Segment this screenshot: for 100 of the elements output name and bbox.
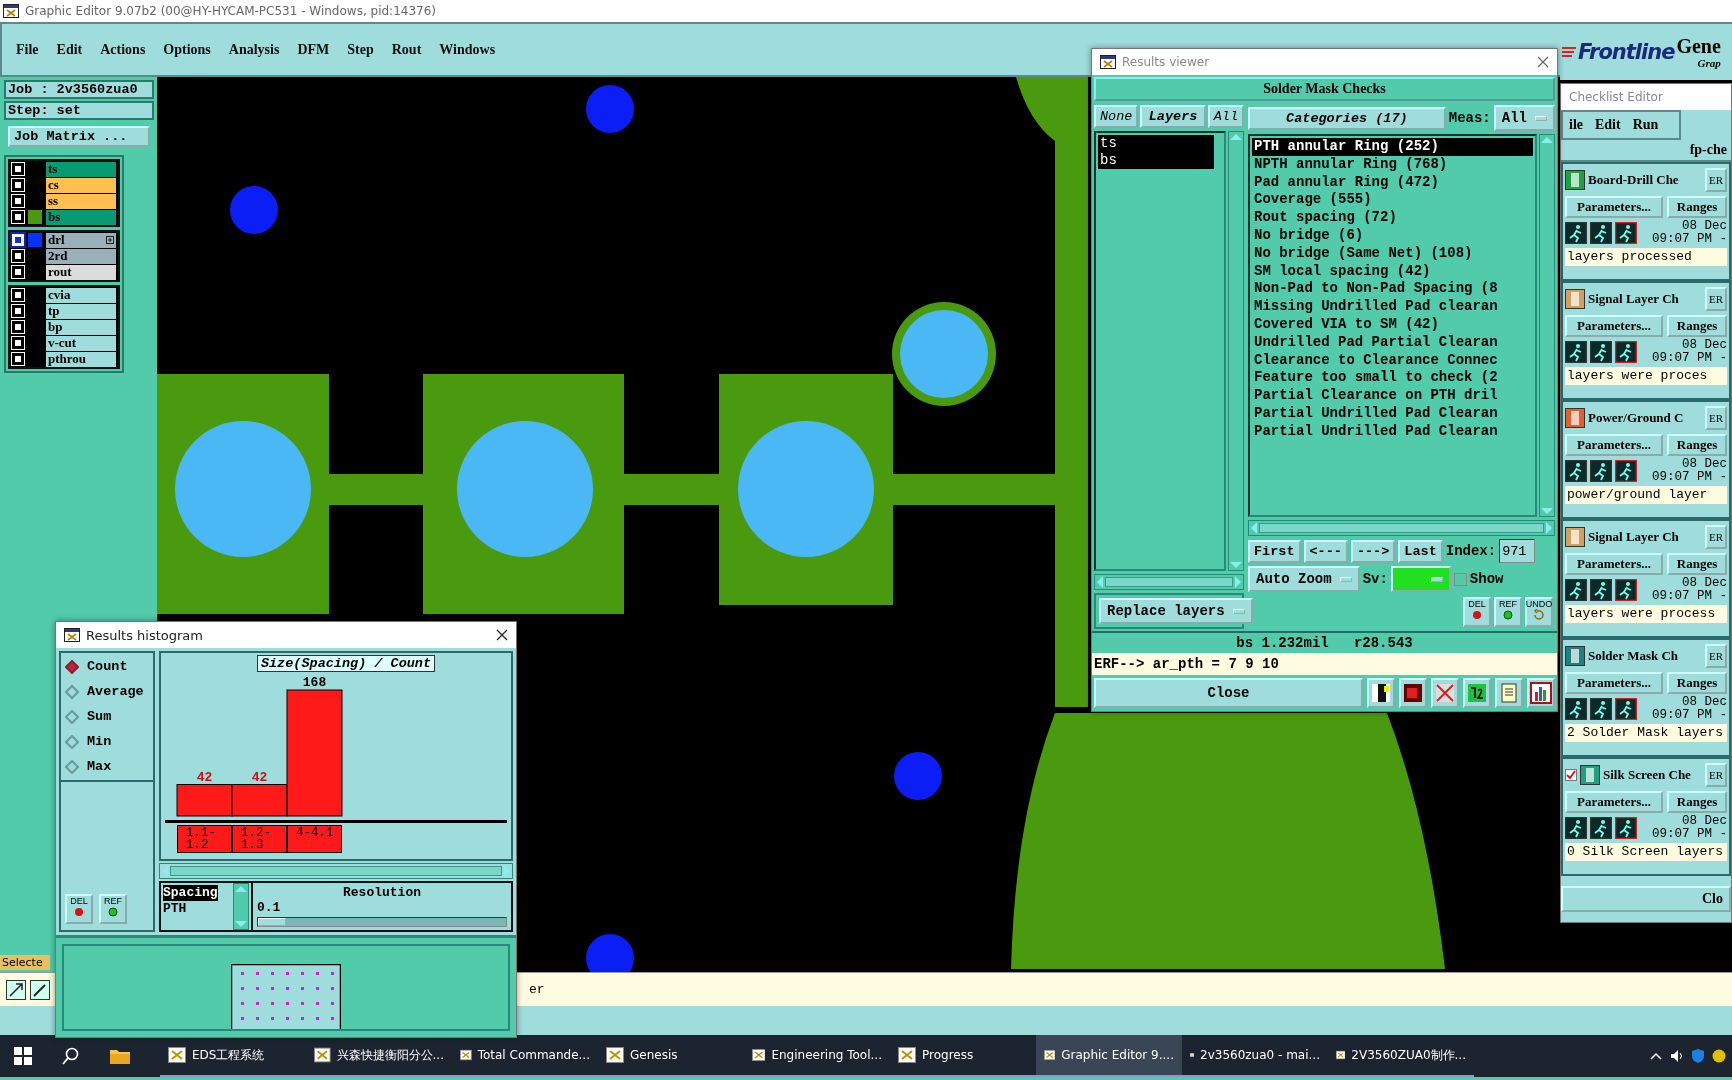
layer-name[interactable]: pthrou (46, 351, 116, 367)
layer-checkbox[interactable] (12, 305, 24, 317)
show-checkbox[interactable] (1453, 572, 1467, 586)
menu-item[interactable]: Step (347, 41, 374, 58)
category-list-item[interactable]: SM local spacing (42) (1252, 262, 1533, 281)
runner-icon[interactable] (1615, 579, 1637, 601)
layer-checkbox[interactable] (12, 289, 24, 301)
layer-name[interactable]: bs (46, 209, 116, 225)
layer-checkbox[interactable] (12, 321, 24, 333)
layer-name[interactable]: v-cut (46, 335, 116, 351)
category-list-item[interactable]: Partial Clearance on PTH dril (1252, 387, 1533, 405)
ranges-button[interactable]: Ranges (1667, 434, 1727, 456)
network-icon[interactable] (1712, 1049, 1726, 1063)
layer-checkbox[interactable] (12, 195, 24, 207)
compare-icon[interactable] (1466, 682, 1488, 704)
categories-button[interactable]: Categories (17) (1248, 106, 1446, 130)
category-list-item[interactable]: Pad annular Ring (472) (1252, 173, 1533, 192)
report-icon[interactable] (1498, 682, 1520, 704)
navigation-button[interactable]: First (1248, 539, 1301, 563)
category-list-item[interactable]: Partial Undrilled Pad Clearan (1252, 422, 1533, 441)
layer-list-item[interactable]: ts (1098, 135, 1214, 152)
expand-icon[interactable] (106, 236, 114, 244)
menu-item[interactable]: Options (163, 41, 211, 58)
radio-button[interactable] (65, 659, 79, 674)
radio-button[interactable] (65, 734, 79, 749)
menu-item[interactable]: Windows (439, 41, 496, 58)
taskbar-item[interactable]: Engineering Tool... (744, 1035, 890, 1077)
erf-button[interactable]: ER (1705, 525, 1727, 549)
menu-item[interactable]: DFM (297, 41, 330, 58)
layer-view-icon[interactable] (1370, 682, 1392, 704)
parameters-button[interactable]: Parameters... (1565, 672, 1663, 694)
runner-icon[interactable] (1590, 341, 1612, 363)
ranges-button[interactable]: Ranges (1667, 672, 1727, 694)
erf-button[interactable]: ER (1705, 644, 1727, 668)
navigation-button[interactable]: <--- (1303, 539, 1348, 563)
navigation-button[interactable]: ---> (1350, 539, 1396, 563)
vertical-scrollbar[interactable] (1228, 131, 1244, 571)
attribute-list-item[interactable]: PTH (163, 901, 229, 917)
runner-icon[interactable] (1590, 222, 1612, 244)
record-icon[interactable] (1402, 682, 1424, 704)
runner-icon[interactable] (1565, 817, 1587, 839)
check-mark-checkbox[interactable] (1565, 769, 1577, 781)
index-field[interactable]: 971 (1499, 539, 1536, 563)
layer-checkbox[interactable] (12, 179, 24, 191)
runner-icon[interactable] (1565, 222, 1587, 244)
tool-button[interactable]: REF (99, 894, 127, 924)
ranges-button[interactable]: Ranges (1667, 196, 1727, 218)
parameters-button[interactable]: Parameters... (1565, 791, 1663, 813)
runner-icon[interactable] (1590, 579, 1612, 601)
runner-icon[interactable] (1615, 222, 1637, 244)
parameters-button[interactable]: Parameters... (1565, 434, 1663, 456)
erase-icon[interactable] (1434, 682, 1456, 704)
replace-layers-dropdown[interactable]: Replace layers (1099, 598, 1253, 624)
parameters-button[interactable]: Parameters... (1565, 553, 1663, 575)
layer-list[interactable]: ts bs (1094, 131, 1226, 571)
layer-name[interactable]: cvia (46, 287, 116, 303)
runner-icon[interactable] (1565, 341, 1587, 363)
radio-button[interactable] (65, 709, 79, 724)
radio-button[interactable] (65, 684, 79, 699)
speaker-icon[interactable] (1670, 1049, 1684, 1063)
layer-name[interactable]: drl (46, 232, 116, 248)
ranges-button[interactable]: Ranges (1667, 315, 1727, 337)
menu-item[interactable]: Analysis (228, 41, 280, 58)
runner-icon[interactable] (1565, 460, 1587, 482)
zoom-mode-dropdown[interactable]: Auto Zoom (1248, 566, 1360, 592)
menu-item[interactable]: File (16, 41, 39, 58)
menu-item[interactable]: Run (1632, 117, 1659, 133)
erf-button[interactable]: ER (1705, 406, 1727, 430)
runner-icon[interactable] (1565, 579, 1587, 601)
category-list-item[interactable]: Partial Undrilled Pad Clearan (1252, 404, 1533, 423)
menu-item[interactable]: ile (1569, 117, 1583, 133)
select-tool-icon[interactable] (6, 979, 26, 1000)
windows-start-icon[interactable] (14, 1047, 32, 1065)
layer-checkbox[interactable] (12, 353, 24, 365)
menu-item[interactable]: Actions (100, 41, 146, 58)
meas-dropdown[interactable]: All (1493, 105, 1555, 131)
vertical-scrollbar[interactable] (233, 883, 249, 930)
runner-icon[interactable] (1615, 460, 1637, 482)
slider-thumb[interactable] (258, 918, 286, 926)
layer-checkbox[interactable] (12, 266, 24, 278)
runner-icon[interactable] (1565, 698, 1587, 720)
layer-list-item[interactable]: bs (1098, 152, 1214, 169)
taskbar-item[interactable]: Genesis (598, 1035, 744, 1077)
chevron-up-icon[interactable] (1650, 1052, 1662, 1060)
taskbar-item[interactable]: Graphic Editor 9.... (1036, 1035, 1182, 1077)
category-list-item[interactable]: No bridge (Same Net) (108) (1252, 244, 1533, 263)
runner-icon[interactable] (1590, 698, 1612, 720)
ranges-button[interactable]: Ranges (1667, 553, 1727, 575)
runner-icon[interactable] (1615, 817, 1637, 839)
search-icon[interactable] (62, 1047, 80, 1065)
layer-name[interactable]: rout (46, 264, 116, 280)
parameters-button[interactable]: Parameters... (1565, 315, 1663, 337)
histogram-icon[interactable] (1530, 682, 1552, 704)
layer-display-swatch[interactable] (28, 210, 42, 224)
category-list-item[interactable]: Rout spacing (72) (1252, 209, 1533, 227)
layer-name[interactable]: bp (46, 319, 116, 335)
pencil-tool-icon[interactable] (30, 979, 50, 1000)
layer-checkbox[interactable] (12, 211, 24, 223)
layer-filter-button[interactable]: Layers (1140, 105, 1206, 128)
horizontal-scrollbar[interactable] (1248, 520, 1555, 536)
